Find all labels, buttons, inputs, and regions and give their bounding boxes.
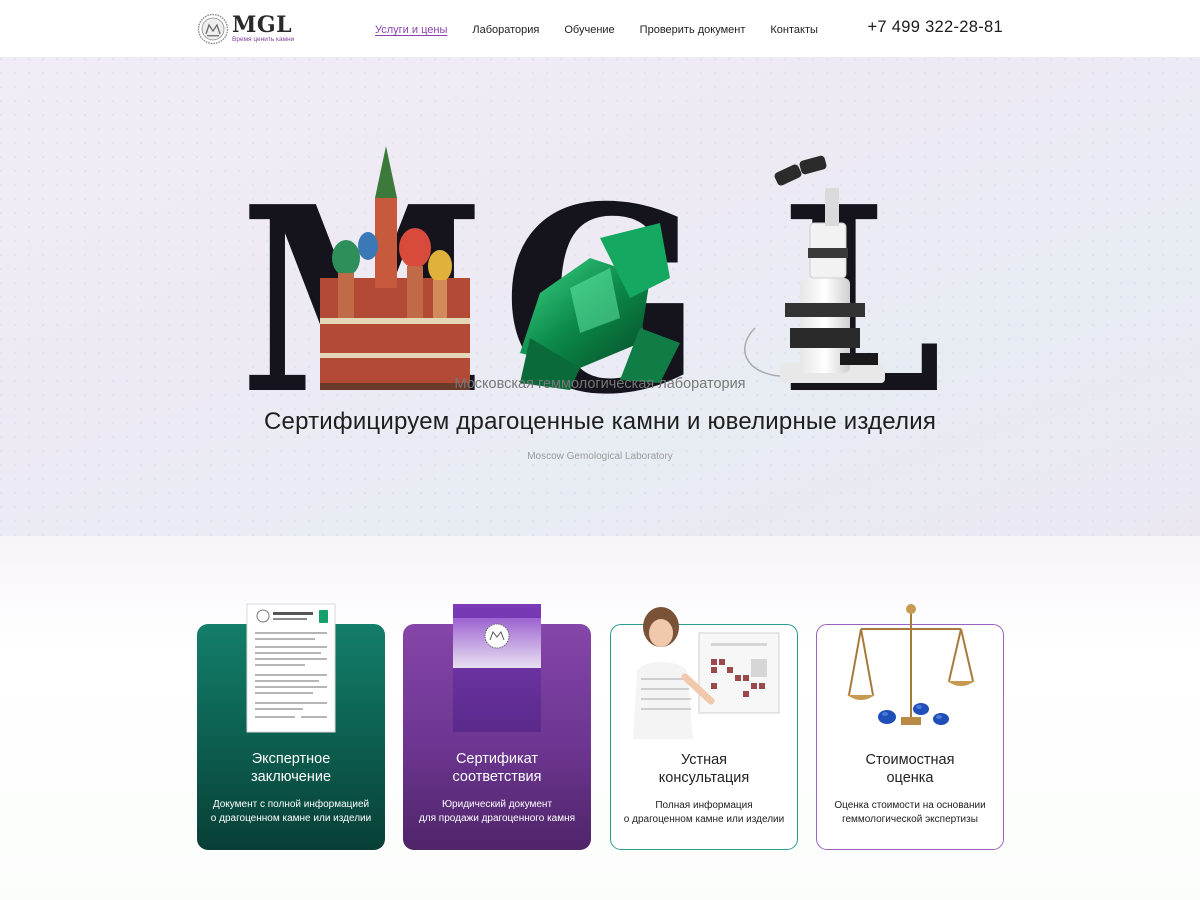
card-title: Экспертное заключение: [250, 751, 332, 785]
hero-title: Сертифицируем драгоценные камни и ювелир…: [263, 408, 937, 435]
nav-item-check-document[interactable]: Проверить документ: [640, 22, 746, 38]
service-card-valuation[interactable]: Стоимостная оценка Оценка стоимости на о…: [816, 604, 1004, 850]
nav-item-services[interactable]: Услуги и цены: [375, 22, 447, 38]
scales-with-sapphires-icon: [847, 604, 975, 725]
woman-with-chart-icon: [633, 607, 780, 739]
card-description: Юридический документ для продажи драгоце…: [418, 799, 576, 824]
expert-report-document-icon: [246, 603, 336, 733]
nav-item-laboratory[interactable]: Лаборатория: [472, 22, 539, 38]
certificate-folder-icon: [453, 604, 541, 732]
service-card-certificate[interactable]: Сертификат соответствия Юридический доку…: [403, 604, 591, 850]
hero-subtitle: Московская геммологическая лаборатория: [454, 376, 746, 392]
service-card-expert-report[interactable]: Экспертное заключение Документ с полной …: [197, 603, 385, 850]
phone-link[interactable]: +7 499 322-28-81: [867, 18, 1003, 37]
hero-english-name: Moscow Gemological Laboratory: [527, 451, 673, 462]
logo-seal-icon: [197, 13, 229, 45]
logo[interactable]: MGL Время ценить камни: [197, 11, 297, 47]
card-description: Документ с полной информацией о драгоцен…: [210, 799, 372, 824]
nav-item-education[interactable]: Обучение: [564, 22, 614, 38]
card-title: Стоимостная оценка: [865, 752, 955, 786]
main-nav: Услуги и цены Лаборатория Обучение Прове…: [375, 22, 843, 38]
card-description: Оценка стоимости на основании геммологич…: [834, 800, 986, 825]
site-header: MGL Время ценить камни Услуги и цены Лаб…: [0, 0, 1200, 58]
logo-wordmark: MGL: [232, 12, 293, 39]
nav-item-contacts[interactable]: Контакты: [770, 22, 818, 38]
card-description: Полная информация о драгоценном камне ил…: [623, 800, 785, 825]
hero-banner: M G L: [0, 58, 1200, 536]
service-card-consultation[interactable]: Устная консультация Полная информация о …: [610, 607, 798, 850]
hero-mgl-artwork: M G L: [240, 146, 942, 408]
logo-tagline: Время ценить камни: [232, 36, 295, 44]
card-title: Устная консультация: [658, 752, 750, 786]
card-title: Сертификат соответствия: [452, 751, 542, 785]
services-section: Экспертное заключение Документ с полной …: [0, 536, 1200, 900]
